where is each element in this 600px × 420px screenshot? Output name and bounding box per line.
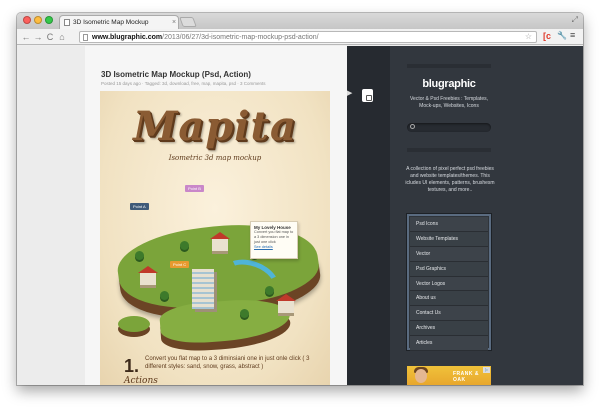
menu-item-website-templates[interactable]: Website Templates [410,231,488,247]
map-callout: My Lovely House Convert you flat map to … [250,221,298,259]
mapita-subtitle: Isometric 3d map mockup [168,154,262,162]
advertisement-banner[interactable]: FRANK & OAK ▷ [407,366,491,385]
divider [407,148,491,152]
fullscreen-icon[interactable]: ⤢ [572,15,578,25]
menu-item-psd-icons[interactable]: Psd Icons [410,217,488,232]
post-title[interactable]: 3D Isometric Map Mockup (Psd, Action) [101,70,251,79]
category-menu: Psd Icons Website Templates Vector Psd G… [407,214,491,352]
page-icon [83,33,88,41]
menu-item-vector-logos[interactable]: Vector Logos [410,276,488,292]
home-button[interactable]: ⌂ [56,30,68,44]
search-input[interactable] [407,123,491,132]
menu-item-contact-us[interactable]: Contact Us [410,306,488,322]
map-tag: Point B [185,185,204,192]
browser-window: 3D Isometric Map Mockup × ⤢ ← → C ⌂ www.… [17,13,583,385]
page-icon [64,19,70,26]
building-icon [192,269,214,309]
back-button[interactable]: ← [20,30,32,44]
tab-close-icon[interactable]: × [170,19,178,26]
menu-item-psd-graphics[interactable]: Psd Graphics [410,261,488,277]
menu-item-articles[interactable]: Articles [410,336,488,352]
house-icon [210,232,230,251]
maximize-window-button[interactable] [45,16,53,24]
actions-heading: Actions [124,376,158,385]
tab-title: 3D Isometric Map Mockup [73,19,149,26]
step-number: 1. [124,356,140,376]
tree-icon [265,286,274,295]
menu-item-vector[interactable]: Vector [410,246,488,262]
divider [407,64,491,68]
about-text: A collection of pixel perfect psd freebi… [405,166,495,193]
house-icon [138,266,158,285]
chrome-menu-icon[interactable]: ≡ [570,30,575,40]
address-bar[interactable]: www.blugraphic.com /2013/06/27/3d-isomet… [79,31,537,43]
tree-icon [135,251,144,260]
sidebar: blugraphic Vector & Psd Freebies : Templ… [390,46,583,385]
site-logo[interactable]: blugraphic [390,78,508,90]
map-tag: Point A [130,203,149,210]
bookmark-star-icon[interactable]: ☆ [525,32,532,41]
reload-button[interactable]: C [44,30,56,44]
content-column: 3D Isometric Map Mockup (Psd, Action) Po… [85,46,347,385]
ad-choices-icon[interactable]: ▷ [483,367,490,373]
site-tagline: Vector & Psd Freebies : Templates, Mock-… [409,96,488,109]
menu-item-archives[interactable]: Archives [410,321,488,337]
new-tab-button[interactable] [179,17,197,27]
tree-icon [240,309,249,318]
callout-link: See details [254,245,273,249]
search-icon [410,124,415,129]
wrench-icon[interactable]: 🔧 [557,31,567,40]
map-tag: Point C [170,261,190,268]
browser-toolbar: ← → C ⌂ www.blugraphic.com /2013/06/27/3… [17,29,583,45]
step-text: Convert you flat map to a 3 diminsiani o… [145,356,310,370]
close-window-button[interactable] [23,16,31,24]
post-meta: Posted 15 days ago · Tagged: 3d, downloa… [101,81,266,86]
house-icon [276,294,296,313]
extension-icon[interactable]: [c [543,31,551,41]
page-viewport: 3D Isometric Map Mockup (Psd, Action) Po… [17,46,583,385]
url-path: /2013/06/27/3d-isometric-map-mockup-psd-… [162,33,319,41]
callout-body: Convert you flat map to a 3 dimension on… [254,230,294,244]
feed-icon[interactable] [362,89,373,102]
expand-arrow-icon[interactable]: ▶ [347,89,352,97]
forward-button[interactable]: → [32,30,44,44]
tab-active[interactable]: 3D Isometric Map Mockup × [59,15,179,29]
post-featured-image[interactable]: Mapita Isometric 3d map mockup Point A P… [100,91,330,385]
url-host: www.blugraphic.com [92,33,163,41]
ad-model-face [415,369,427,383]
tab-bar: 3D Isometric Map Mockup × ⤢ [17,13,583,29]
menu-item-about-us[interactable]: About us [410,291,488,307]
tree-icon [160,291,169,300]
tree-icon [180,241,189,250]
island-shape [118,316,150,332]
mapita-logo: Mapita [133,103,297,150]
minimize-window-button[interactable] [34,16,42,24]
